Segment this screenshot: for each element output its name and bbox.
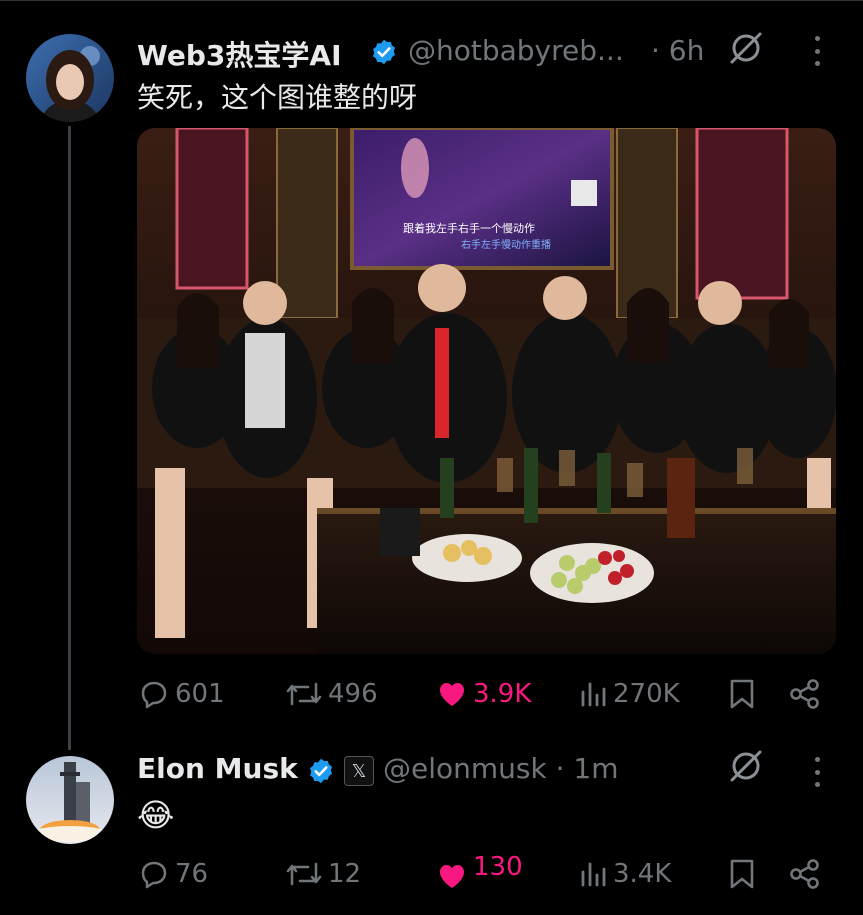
like-button[interactable]: 130 (435, 852, 523, 892)
reply-icon (141, 861, 167, 889)
like-count: 130 (473, 852, 523, 882)
reply-icon (141, 681, 167, 709)
tweet-image-illustration: 跟着我左手右手一个慢动作 右手左手慢动作重播 (137, 128, 836, 654)
repost-icon (286, 682, 322, 706)
top-divider (0, 0, 863, 1)
grok-icon[interactable] (726, 748, 766, 784)
views-button[interactable]: 270K (579, 678, 680, 710)
heart-filled-icon (440, 683, 464, 706)
heart-filled-icon (440, 865, 464, 888)
thread-connector-line (68, 126, 71, 750)
reply-button[interactable]: 76 (137, 858, 208, 890)
more-options-icon[interactable] (815, 36, 821, 66)
tweet-image[interactable]: 跟着我左手右手一个慢动作 右手左手慢动作重播 (137, 128, 836, 654)
bookmark-icon[interactable] (728, 858, 756, 890)
avatar-web3[interactable] (26, 34, 114, 122)
author-name[interactable]: Web3热宝学AI (137, 34, 342, 74)
karaoke-lyric-2: 右手左手慢动作重播 (461, 238, 551, 251)
grok-icon[interactable] (726, 30, 766, 66)
repost-count: 496 (328, 679, 378, 709)
avatar-web3-image (26, 34, 114, 122)
repost-count: 12 (328, 859, 362, 889)
verified-badge-icon (310, 758, 332, 784)
author-name[interactable]: Elon Musk (137, 752, 298, 785)
tweet-text: 😂 (137, 796, 175, 834)
tweet-time[interactable]: · 6h (651, 34, 704, 67)
share-icon[interactable] (788, 678, 822, 710)
views-chart-icon (581, 682, 606, 707)
views-chart-icon (581, 862, 606, 887)
reply-button[interactable]: 601 (137, 678, 225, 710)
avatar-elon-image (26, 756, 114, 844)
views-button[interactable]: 3.4K (579, 858, 671, 890)
verified-badge-icon (373, 39, 395, 65)
bookmark-icon[interactable] (728, 678, 756, 710)
reply-count: 76 (175, 859, 209, 889)
reply-count: 601 (175, 679, 225, 709)
repost-button[interactable]: 496 (284, 678, 378, 710)
tweet-text: 笑死，这个图谁整的呀 (137, 81, 418, 114)
views-count: 270K (613, 679, 680, 709)
like-button[interactable]: 3.9K (435, 678, 531, 710)
karaoke-lyric-1: 跟着我左手右手一个慢动作 (403, 221, 535, 235)
share-icon[interactable] (788, 858, 822, 890)
author-handle[interactable]: @hotbabyreb... (408, 34, 624, 67)
x-affiliation-badge[interactable]: 𝕏 (344, 756, 374, 786)
author-handle[interactable]: @elonmusk · 1m (383, 752, 619, 785)
views-count: 3.4K (613, 859, 672, 889)
more-options-icon[interactable] (815, 757, 821, 787)
repost-icon (286, 862, 322, 886)
repost-button[interactable]: 12 (284, 858, 361, 890)
like-count: 3.9K (473, 679, 532, 709)
avatar-elon[interactable] (26, 756, 114, 844)
